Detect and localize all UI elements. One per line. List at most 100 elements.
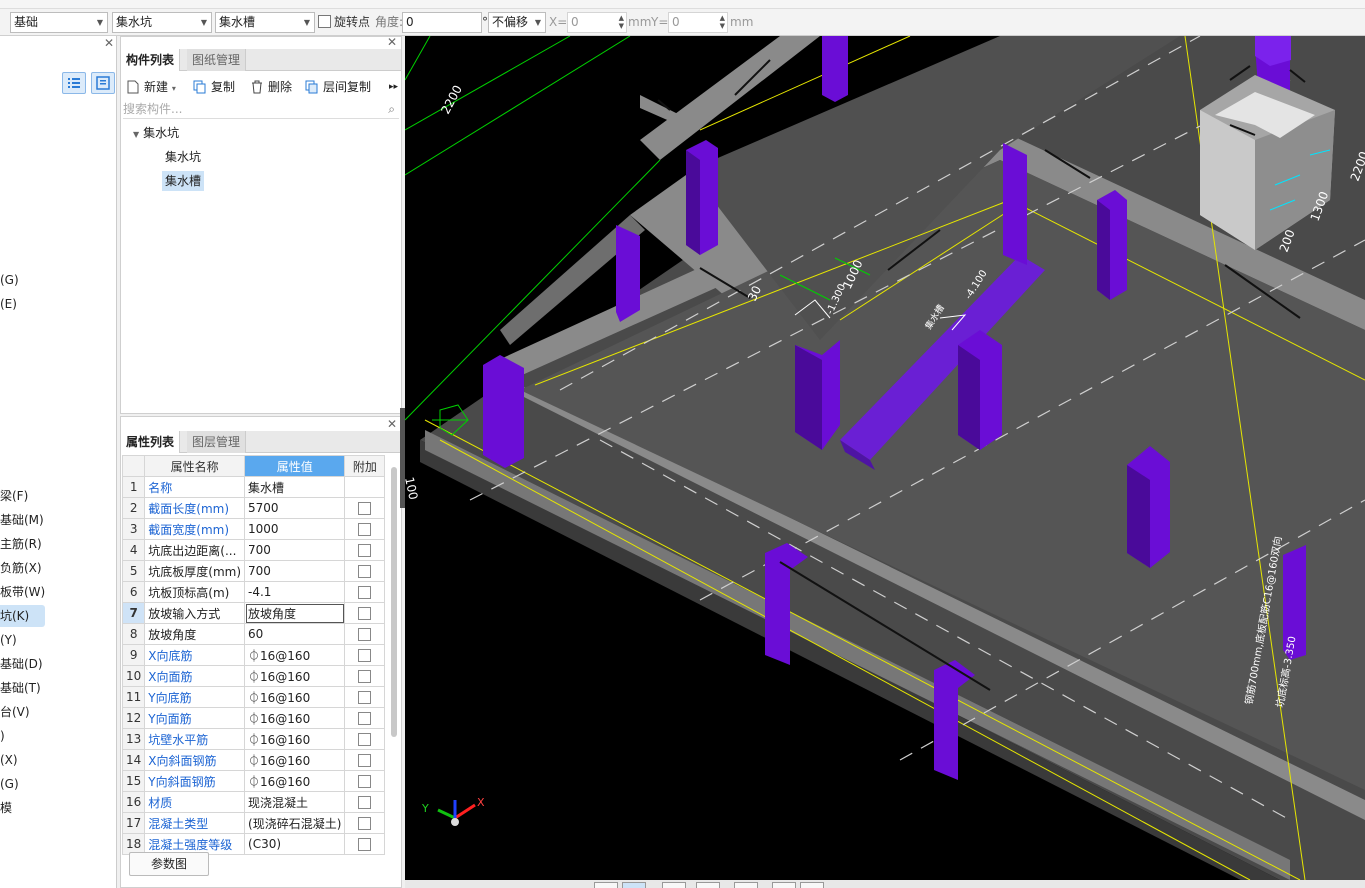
nav-item[interactable]: (Y)	[0, 629, 17, 651]
property-value[interactable]: ⏀16@160	[244, 644, 346, 666]
extra-checkbox[interactable]	[358, 838, 372, 851]
extra-checkbox[interactable]	[358, 691, 372, 704]
property-value[interactable]: 5700	[244, 497, 346, 519]
nav-item[interactable]: 基础(D)	[0, 653, 43, 675]
copy-button[interactable]: 复制	[193, 78, 235, 96]
nav-item[interactable]: (X)	[0, 749, 18, 771]
property-value[interactable]: 700	[244, 539, 346, 561]
property-value[interactable]: 现浇混凝土	[244, 791, 346, 813]
extra-checkbox[interactable]	[358, 523, 372, 536]
property-value[interactable]: ⏀16@160	[244, 749, 346, 771]
nav-item[interactable]: 负筋(X)	[0, 557, 42, 579]
view-button[interactable]	[594, 882, 618, 888]
nav-item[interactable]: (G)	[0, 269, 19, 291]
extra-checkbox[interactable]	[358, 754, 372, 767]
property-row[interactable]: 17 混凝土类型 (现浇碎石混凝土)	[121, 812, 386, 834]
nav-item[interactable]: 模	[0, 797, 12, 819]
property-value[interactable]: 700	[244, 560, 346, 582]
extra-checkbox[interactable]	[358, 712, 372, 725]
extra-checkbox[interactable]	[358, 796, 372, 809]
property-value[interactable]: 放坡角度	[244, 602, 346, 624]
nav-item[interactable]: 板带(W)	[0, 581, 45, 603]
property-row[interactable]: 14 X向斜面钢筋 ⏀16@160	[121, 749, 386, 771]
scrollbar[interactable]	[391, 467, 397, 737]
property-value[interactable]: ⏀16@160	[244, 728, 346, 750]
tab-component-list[interactable]: 构件列表	[121, 49, 181, 71]
view-button[interactable]	[800, 882, 824, 888]
property-value[interactable]: 集水槽	[244, 476, 346, 498]
extra-checkbox[interactable]	[358, 565, 372, 578]
tree-group[interactable]: ▼ 集水坑	[133, 123, 179, 143]
param-diagram-button[interactable]: 参数图	[129, 852, 209, 876]
list-view-icon[interactable]	[62, 72, 86, 94]
property-row[interactable]: 16 材质 现浇混凝土	[121, 791, 386, 813]
property-row[interactable]: 9 X向底筋 ⏀16@160	[121, 644, 386, 666]
nav-item[interactable]: (G)	[0, 773, 19, 795]
extra-checkbox[interactable]	[358, 817, 372, 830]
extra-checkbox[interactable]	[358, 733, 372, 746]
component-search-input[interactable]: 搜索构件... ⌕	[123, 99, 399, 119]
extra-checkbox[interactable]	[358, 670, 372, 683]
x-input[interactable]: 0 ▲ ▼	[567, 12, 627, 33]
view-button-active[interactable]	[622, 882, 646, 888]
category-select[interactable]: 集水坑 ▼	[112, 12, 212, 33]
y-input[interactable]: 0 ▲ ▼	[668, 12, 728, 33]
view-button[interactable]	[696, 882, 720, 888]
detail-view-icon[interactable]	[91, 72, 115, 94]
floor-copy-button[interactable]: 层间复制	[305, 78, 371, 96]
extra-checkbox[interactable]	[358, 586, 372, 599]
rotate-point-toggle[interactable]: 旋转点	[318, 12, 370, 33]
3d-viewport[interactable]: 2200 100 1300 200 2200 30 1000 -1.300 -4…	[405, 36, 1365, 880]
nav-item[interactable]: 主筋(R)	[0, 533, 42, 555]
property-row[interactable]: 13 坑壁水平筋 ⏀16@160	[121, 728, 386, 750]
more-icon[interactable]: ▸▸	[389, 78, 398, 96]
nav-item[interactable]: 基础(M)	[0, 509, 44, 531]
property-row[interactable]: 2 截面长度(mm) 5700	[121, 497, 386, 519]
property-value[interactable]: 1000	[244, 518, 346, 540]
tab-layer-management[interactable]: 图层管理	[187, 431, 247, 453]
property-row[interactable]: 7 放坡输入方式 放坡角度	[121, 602, 386, 624]
extra-checkbox[interactable]	[358, 502, 372, 515]
property-value[interactable]: ⏀16@160	[244, 665, 346, 687]
tree-item-selected[interactable]: 集水槽	[162, 171, 205, 191]
view-button[interactable]	[662, 882, 686, 888]
rotate-point-checkbox[interactable]	[318, 15, 331, 28]
property-value[interactable]: (C30)	[244, 833, 346, 855]
nav-item[interactable]: 梁(F)	[0, 485, 28, 507]
close-icon[interactable]: ✕	[387, 417, 397, 431]
extra-checkbox[interactable]	[358, 628, 372, 641]
extra-checkbox[interactable]	[358, 775, 372, 788]
extra-checkbox[interactable]	[358, 649, 372, 662]
property-row[interactable]: 12 Y向面筋 ⏀16@160	[121, 707, 386, 729]
delete-button[interactable]: 删除	[250, 78, 292, 96]
tab-drawing-management[interactable]: 图纸管理	[187, 49, 247, 71]
angle-input[interactable]: 0	[402, 12, 482, 33]
nav-item-selected[interactable]: 坑(K)	[0, 605, 45, 627]
property-value[interactable]: ⏀16@160	[244, 686, 346, 708]
property-value[interactable]: ⏀16@160	[244, 707, 346, 729]
nav-item[interactable]: (E)	[0, 293, 17, 315]
extra-checkbox[interactable]	[358, 544, 372, 557]
property-row[interactable]: 15 Y向斜面钢筋 ⏀16@160	[121, 770, 386, 792]
property-row[interactable]: 10 X向面筋 ⏀16@160	[121, 665, 386, 687]
close-icon[interactable]: ✕	[104, 36, 114, 50]
nav-item[interactable]: 台(V)	[0, 701, 30, 723]
new-button[interactable]: 新建 ▾	[126, 78, 176, 96]
close-icon[interactable]: ✕	[387, 35, 397, 49]
nav-item[interactable]: )	[0, 725, 5, 747]
view-button[interactable]	[772, 882, 796, 888]
view-button[interactable]	[734, 882, 758, 888]
floor-select[interactable]: 基础 ▼	[10, 12, 108, 33]
tree-item[interactable]: 集水坑	[165, 147, 201, 167]
property-value[interactable]: -4.1	[244, 581, 346, 603]
property-row[interactable]: 11 Y向底筋 ⏀16@160	[121, 686, 386, 708]
property-row[interactable]: 4 坑底出边距离(... 700	[121, 539, 386, 561]
property-row[interactable]: 5 坑底板厚度(mm) 700	[121, 560, 386, 582]
nav-item[interactable]: 基础(T)	[0, 677, 41, 699]
tab-property-list[interactable]: 属性列表	[121, 431, 181, 453]
property-row[interactable]: 6 坑板顶标高(m) -4.1	[121, 581, 386, 603]
property-value[interactable]: ⏀16@160	[244, 770, 346, 792]
extra-checkbox[interactable]	[358, 607, 372, 620]
property-row[interactable]: 3 截面宽度(mm) 1000	[121, 518, 386, 540]
property-row[interactable]: 8 放坡角度 60	[121, 623, 386, 645]
